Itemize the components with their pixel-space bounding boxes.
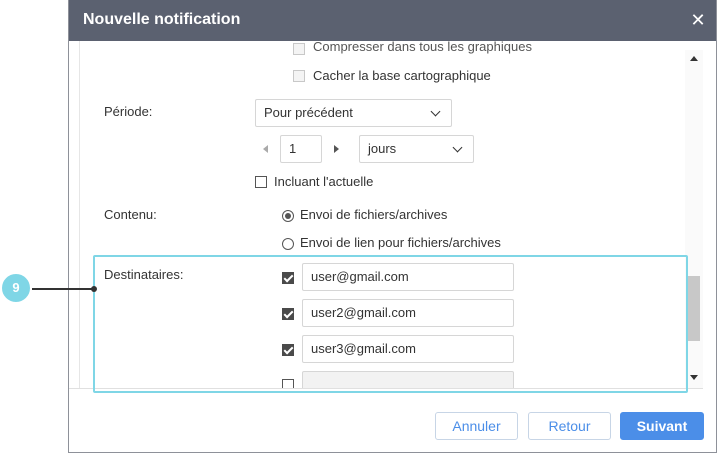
include-current-label: Incluant l'actuelle (274, 174, 374, 189)
recipient-1-email: user@gmail.com (311, 269, 409, 284)
decrement-arrow-icon[interactable] (263, 145, 268, 153)
include-current-checkbox[interactable] (255, 176, 267, 188)
close-icon[interactable]: ✕ (688, 10, 708, 30)
scrollbar-thumb[interactable] (688, 276, 700, 341)
content-label: Contenu: (104, 207, 157, 222)
period-label: Période: (104, 104, 153, 119)
next-button[interactable]: Suivant (620, 412, 704, 440)
cancel-button[interactable]: Annuler (435, 412, 518, 440)
period-unit-value: jours (368, 141, 397, 156)
recipient-3-email-input[interactable]: user3@gmail.com (302, 335, 514, 363)
period-count-input[interactable]: 1 (280, 135, 322, 163)
scroll-up-arrow-icon[interactable] (690, 56, 698, 61)
recipient-1-checkbox[interactable] (282, 272, 294, 284)
partial-option-checkbox[interactable] (293, 43, 305, 55)
content-option-link-label: Envoi de lien pour fichiers/archives (300, 235, 501, 250)
scroll-down-arrow-icon[interactable] (690, 375, 698, 380)
dialog-title: Nouvelle notification (83, 11, 241, 28)
period-count-value: 1 (289, 141, 297, 156)
annotation-number-badge: 9 (0, 272, 32, 304)
recipient-4-email-input[interactable] (302, 371, 514, 388)
recipient-2-email: user2@gmail.com (311, 305, 416, 320)
recipient-2-checkbox[interactable] (282, 308, 294, 320)
content-left-border (79, 41, 80, 388)
recipient-3-checkbox[interactable] (282, 344, 294, 356)
recipients-label: Destinataires: (104, 267, 184, 282)
recipient-2-email-input[interactable]: user2@gmail.com (302, 299, 514, 327)
period-mode-select[interactable]: Pour précédent (255, 99, 452, 127)
annotation-connector-dot (91, 286, 97, 292)
content-option-files-radio[interactable] (282, 210, 294, 222)
content-option-files-label: Envoi de fichiers/archives (300, 207, 448, 222)
content-scrollbar[interactable] (685, 50, 703, 388)
recipient-1-email-input[interactable]: user@gmail.com (302, 263, 514, 291)
chevron-down-icon (452, 142, 463, 153)
recipient-4-checkbox[interactable] (282, 379, 294, 388)
hide-map-checkbox[interactable] (293, 70, 305, 82)
increment-arrow-icon[interactable] (334, 145, 339, 153)
notification-dialog: Nouvelle notification ✕ Compresser dans … (68, 0, 717, 453)
dialog-titlebar: Nouvelle notification ✕ (69, 0, 716, 41)
period-unit-select[interactable]: jours (359, 135, 474, 163)
chevron-down-icon (430, 106, 441, 117)
back-button[interactable]: Retour (528, 412, 611, 440)
content-option-link-radio[interactable] (282, 238, 294, 250)
hide-map-label: Cacher la base cartographique (313, 68, 491, 83)
partial-option-label: Compresser dans tous les graphiques (313, 41, 532, 54)
annotation-connector-line (32, 288, 93, 290)
dialog-content: Compresser dans tous les graphiques Cach… (69, 41, 703, 389)
recipient-3-email: user3@gmail.com (311, 341, 416, 356)
period-mode-value: Pour précédent (264, 105, 353, 120)
